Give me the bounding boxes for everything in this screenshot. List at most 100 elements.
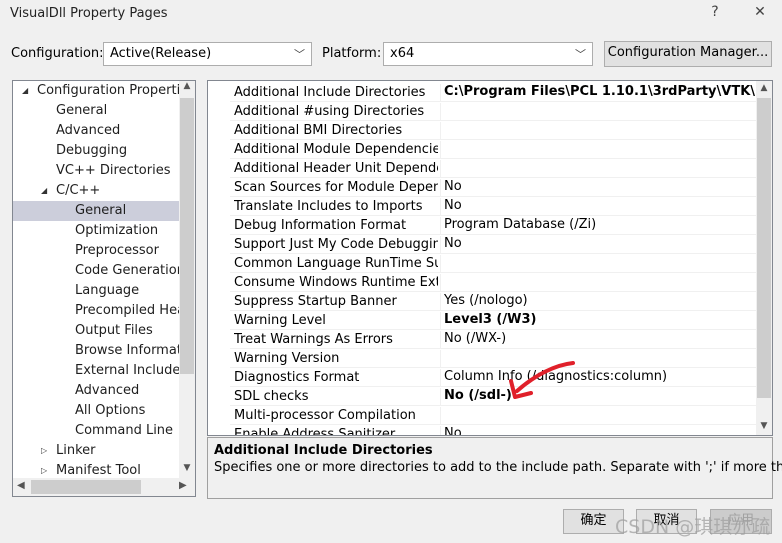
property-row[interactable]: Additional Module Dependencies xyxy=(230,140,756,159)
grid-vertical-scrollbar[interactable]: ▲ ▼ xyxy=(756,81,772,435)
property-value[interactable]: Column Info (/diagnostics:column) xyxy=(440,369,756,387)
tree-item[interactable]: ▷ Linker xyxy=(13,441,179,461)
property-value[interactable]: No xyxy=(440,198,756,216)
scroll-down-icon[interactable]: ▼ xyxy=(179,463,195,473)
property-row[interactable]: Additional Include Directories C:\Program… xyxy=(230,83,756,102)
tree-scroll-thumb[interactable] xyxy=(180,98,194,374)
tree-item[interactable]: Advanced xyxy=(13,381,179,401)
property-value[interactable] xyxy=(440,407,756,425)
property-row[interactable]: Scan Sources for Module DependenciesNo xyxy=(230,178,756,197)
property-name: Debug Information Format xyxy=(234,218,407,233)
property-row[interactable]: Additional #using Directories xyxy=(230,102,756,121)
tree-item[interactable]: Language xyxy=(13,281,179,301)
collapsed-arrow-icon[interactable]: ▷ xyxy=(41,441,47,461)
scroll-up-icon[interactable]: ▲ xyxy=(756,83,772,93)
property-row[interactable]: Consume Windows Runtime Extension xyxy=(230,273,756,292)
tree-item-label: All Options xyxy=(75,403,146,418)
tree-item[interactable]: ◢ C/C++ xyxy=(13,181,179,201)
grid-scroll-thumb[interactable] xyxy=(757,98,771,398)
tree-item-label: Language xyxy=(75,283,140,298)
tree-item-label: Code Generation xyxy=(75,263,179,278)
property-row[interactable]: Translate Includes to Imports No xyxy=(230,197,756,216)
property-value[interactable] xyxy=(440,103,756,121)
tree-item[interactable]: ◢ Configuration Properties xyxy=(13,81,179,101)
scroll-up-icon[interactable]: ▲ xyxy=(179,81,195,91)
property-name: Additional Header Unit Dependencies xyxy=(234,161,438,176)
tree-item[interactable]: Debugging xyxy=(13,141,179,161)
tree-item-label: External Includes xyxy=(75,363,179,378)
tree-item[interactable]: VC++ Directories xyxy=(13,161,179,181)
property-name: Warning Level xyxy=(234,313,326,328)
help-button[interactable]: ? xyxy=(705,4,725,20)
property-value[interactable]: C:\Program Files\PCL 1.10.1\3rdParty\VTK… xyxy=(440,84,756,102)
scroll-right-icon[interactable]: ▶ xyxy=(179,480,187,491)
property-value[interactable] xyxy=(440,274,756,292)
property-value[interactable]: No (/sdl-) xyxy=(440,388,756,406)
configuration-select[interactable]: Active(Release) ﹀ xyxy=(103,42,312,66)
property-row[interactable]: Debug Information Format Program Database… xyxy=(230,216,756,235)
property-value[interactable]: No xyxy=(440,426,756,435)
tree-item[interactable]: Preprocessor xyxy=(13,241,179,261)
property-name: Additional Module Dependencies xyxy=(234,142,438,157)
tree-item[interactable]: General xyxy=(13,201,179,221)
tree-hscroll-thumb[interactable] xyxy=(31,480,141,494)
property-value[interactable]: No xyxy=(440,179,756,197)
property-row[interactable]: Enable Address Sanitizer No xyxy=(230,425,756,435)
tree-item-label: Optimization xyxy=(75,223,159,238)
tree-vertical-scrollbar[interactable]: ▲ ▼ xyxy=(179,81,195,478)
property-row[interactable]: SDL checks No (/sdl-) xyxy=(230,387,756,406)
tree-item[interactable]: Precompiled Headers xyxy=(13,301,179,321)
property-name: Suppress Startup Banner xyxy=(234,294,397,309)
property-value[interactable]: No xyxy=(440,236,756,254)
property-row[interactable]: Suppress Startup Banner Yes (/nologo) xyxy=(230,292,756,311)
property-value[interactable] xyxy=(440,160,756,178)
expanded-arrow-icon[interactable]: ◢ xyxy=(41,181,47,201)
tree-item[interactable]: All Options xyxy=(13,401,179,421)
property-grid[interactable]: Additional Include Directories C:\Program… xyxy=(207,80,773,436)
tree-item-label: Output Files xyxy=(75,323,153,338)
tree-item[interactable]: Code Generation xyxy=(13,261,179,281)
configuration-value: Active(Release) xyxy=(110,46,212,61)
expanded-arrow-icon[interactable]: ◢ xyxy=(22,81,28,101)
configuration-manager-button[interactable]: Configuration Manager... xyxy=(604,41,772,67)
property-row[interactable]: Warning Level Level3 (/W3) xyxy=(230,311,756,330)
property-row[interactable]: Warning Version xyxy=(230,349,756,368)
property-value[interactable] xyxy=(440,350,756,368)
property-value[interactable] xyxy=(440,122,756,140)
property-value[interactable]: Level3 (/W3) xyxy=(440,312,756,330)
red-arrow-annotation xyxy=(509,361,575,399)
watermark: CSDN @琪琪亦疏 xyxy=(615,516,771,538)
property-name: Additional BMI Directories xyxy=(234,123,403,138)
property-row[interactable]: Support Just My Code Debugging No xyxy=(230,235,756,254)
property-row[interactable]: Common Language RunTime Support xyxy=(230,254,756,273)
tree-item[interactable]: Command Line xyxy=(13,421,179,441)
close-button[interactable]: ✕ xyxy=(750,4,770,20)
property-name: Common Language RunTime Support xyxy=(234,256,438,271)
property-row[interactable]: Additional Header Unit Dependencies xyxy=(230,159,756,178)
tree-item[interactable]: Output Files xyxy=(13,321,179,341)
scroll-down-icon[interactable]: ▼ xyxy=(756,421,772,431)
property-row[interactable]: Additional BMI Directories xyxy=(230,121,756,140)
property-value[interactable]: Program Database (/Zi) xyxy=(440,217,756,235)
tree-horizontal-scrollbar[interactable]: ◀ ▶ xyxy=(13,478,195,496)
tree-item[interactable]: Optimization xyxy=(13,221,179,241)
scroll-left-icon[interactable]: ◀ xyxy=(17,480,25,491)
property-value[interactable]: No (/WX-) xyxy=(440,331,756,349)
property-value[interactable] xyxy=(440,255,756,273)
configuration-label: Configuration: xyxy=(11,46,104,61)
property-name: SDL checks xyxy=(234,389,309,404)
tree-item[interactable]: Browse Information xyxy=(13,341,179,361)
property-row[interactable]: Treat Warnings As Errors No (/WX-) xyxy=(230,330,756,349)
property-name: Consume Windows Runtime Extension xyxy=(234,275,438,290)
property-tree[interactable]: ◢ Configuration Properties General Advanced… xyxy=(12,80,196,497)
property-value[interactable]: Yes (/nologo) xyxy=(440,293,756,311)
tree-item-label: Precompiled Headers xyxy=(75,303,179,318)
property-name: Support Just My Code Debugging xyxy=(234,237,438,252)
tree-item[interactable]: External Includes xyxy=(13,361,179,381)
platform-select[interactable]: x64 ﹀ xyxy=(383,42,593,66)
tree-item[interactable]: General xyxy=(13,101,179,121)
tree-item[interactable]: Advanced xyxy=(13,121,179,141)
property-value[interactable] xyxy=(440,141,756,159)
property-row[interactable]: Multi-processor Compilation xyxy=(230,406,756,425)
property-row[interactable]: Diagnostics Format Column Info (/diagnost… xyxy=(230,368,756,387)
